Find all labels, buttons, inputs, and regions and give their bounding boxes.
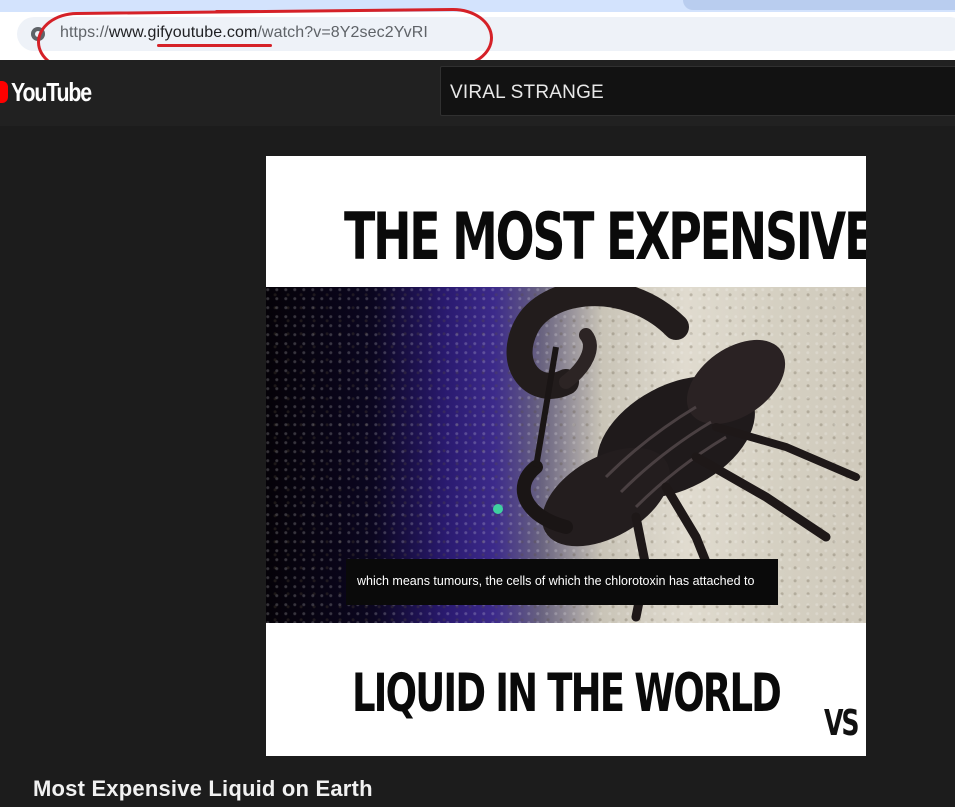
video-player[interactable]: THE MOST EXPENSIVE which means tumours, … bbox=[266, 156, 866, 756]
browser-tab[interactable] bbox=[683, 0, 955, 10]
channel-bar[interactable]: VIRAL STRANGE bbox=[440, 66, 955, 116]
youtube-logo[interactable]: YouTube bbox=[11, 77, 92, 108]
video-title[interactable]: Most Expensive Liquid on Earth bbox=[33, 776, 373, 802]
vs-logo: VS bbox=[807, 689, 866, 756]
video-scene: which means tumours, the cells of which … bbox=[266, 287, 866, 623]
vs-logo-text: VS bbox=[824, 703, 860, 744]
video-caption: which means tumours, the cells of which … bbox=[357, 574, 755, 588]
annotation-underline bbox=[157, 44, 272, 47]
youtube-header: YouTube VIRAL STRANGE bbox=[0, 60, 955, 126]
channel-name[interactable]: VIRAL STRANGE bbox=[450, 82, 604, 104]
video-headline-bottom: LIQUID IN THE WORLD bbox=[351, 662, 782, 724]
youtube-play-icon[interactable] bbox=[0, 81, 8, 103]
caption-box: which means tumours, the cells of which … bbox=[346, 559, 778, 605]
main-content: THE MOST EXPENSIVE which means tumours, … bbox=[0, 126, 955, 807]
browser-tab-strip bbox=[0, 0, 955, 12]
video-headline-top: THE MOST EXPENSIVE bbox=[344, 198, 866, 275]
annotation-mark bbox=[215, 10, 260, 13]
